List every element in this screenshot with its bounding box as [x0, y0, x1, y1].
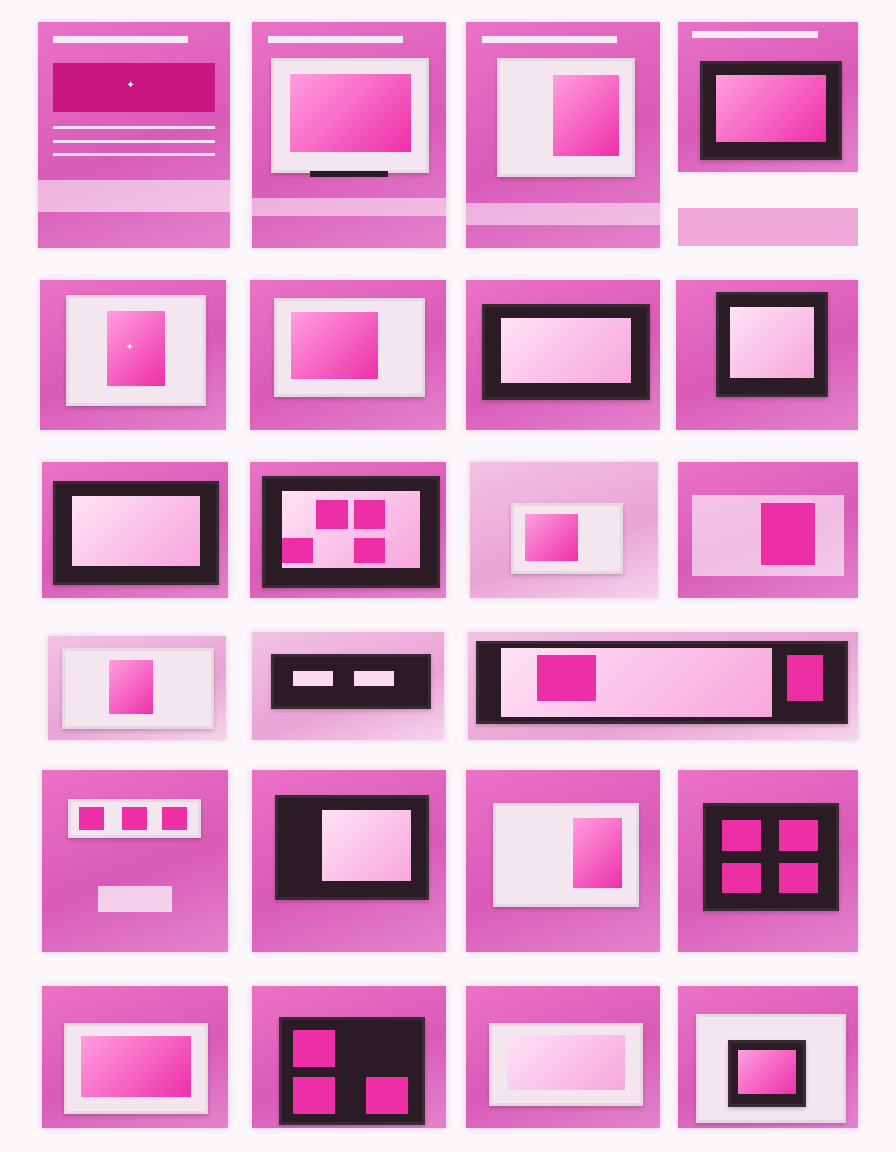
- tile-16: [42, 770, 228, 952]
- tile-17: [252, 770, 446, 952]
- image-cell: [293, 1077, 336, 1115]
- screen: [289, 74, 411, 153]
- title-bar: [53, 35, 188, 43]
- tile-2: [252, 22, 446, 248]
- image-cell: [293, 1030, 336, 1068]
- screen: [737, 1050, 796, 1095]
- tile-8: [676, 280, 858, 430]
- image-cell: [760, 502, 815, 566]
- tile-4: [678, 22, 858, 172]
- monitor: [493, 802, 639, 908]
- image-cell: [721, 820, 761, 851]
- tile-22: [466, 986, 660, 1128]
- image-cell: [162, 806, 188, 830]
- monitor: [62, 648, 215, 730]
- screen: [72, 495, 201, 567]
- tile-15: [468, 632, 858, 740]
- monitor: [481, 304, 651, 400]
- image-cell: [354, 499, 386, 530]
- screen: [291, 312, 379, 380]
- monitor-stand: [310, 171, 388, 178]
- monitor: [475, 640, 849, 725]
- monitor: [489, 1022, 643, 1106]
- monitor: [275, 795, 429, 900]
- footer-panel: [252, 198, 446, 217]
- tile-20: [42, 986, 228, 1128]
- image-cell: [365, 1077, 408, 1115]
- stand-base: [678, 208, 858, 246]
- tile-19: [678, 770, 858, 952]
- screen: [81, 1036, 192, 1098]
- image-cell: [721, 862, 761, 894]
- content-line: [53, 139, 215, 143]
- glow-panel: [97, 886, 173, 912]
- monitor: [271, 653, 431, 710]
- tile-7: [466, 280, 660, 430]
- footer-panel: [466, 202, 660, 226]
- monitor: [64, 1022, 208, 1115]
- tile-6: [250, 280, 446, 430]
- title-bar: [692, 31, 819, 38]
- monitor: [699, 61, 843, 160]
- label-cell: [292, 671, 333, 687]
- title-bar: [481, 35, 618, 43]
- content-line: [53, 125, 215, 129]
- screen: [106, 310, 166, 387]
- monitor: [53, 481, 220, 585]
- image-cell: [537, 654, 597, 702]
- title-bar: [267, 35, 404, 43]
- monitor: [261, 475, 441, 588]
- image-cell: [778, 820, 818, 851]
- tile-9: [42, 462, 228, 598]
- star-icon: ✦: [126, 79, 135, 91]
- label-cell: [354, 671, 394, 687]
- monitor: [279, 1017, 425, 1126]
- image-cell: [78, 806, 104, 830]
- tile-18: [466, 770, 660, 952]
- screen: [572, 817, 622, 889]
- tile-23: [678, 986, 858, 1128]
- shelf: [68, 799, 201, 838]
- tile-10: [250, 462, 446, 598]
- image-cell: [121, 806, 147, 830]
- star-icon: ✦: [125, 342, 134, 353]
- tile-13: [48, 636, 226, 740]
- monitor: [66, 295, 206, 406]
- screen: [729, 306, 815, 379]
- tile-14: [252, 632, 444, 740]
- screen: [322, 810, 411, 882]
- screen: [500, 317, 632, 383]
- image-cell: [354, 537, 386, 564]
- image-cell: [778, 862, 818, 894]
- tile-12: [678, 462, 858, 598]
- screen: [716, 75, 826, 143]
- tile-11: [470, 462, 658, 598]
- monitor: [703, 802, 839, 911]
- tile-1: ✦: [38, 22, 230, 248]
- image-cell: [786, 654, 824, 702]
- screen: [524, 513, 578, 561]
- inner-frame: [727, 1039, 806, 1108]
- image-cell: [316, 499, 348, 530]
- screen: [109, 660, 153, 715]
- screen: [552, 74, 619, 157]
- content-line: [53, 153, 215, 157]
- tile-3: [466, 22, 660, 248]
- tile-5: ✦: [40, 280, 226, 430]
- monitor: [273, 298, 425, 397]
- mockup-grid: ✦ ✦: [0, 0, 896, 1152]
- monitor: [497, 58, 635, 178]
- monitor: [271, 58, 429, 173]
- monitor: [511, 502, 623, 575]
- monitor: [716, 292, 828, 397]
- monitor: [696, 1014, 846, 1123]
- tile-21: [252, 986, 446, 1128]
- image-cell: [281, 537, 314, 564]
- screen: [507, 1035, 625, 1091]
- footer-panel: [38, 180, 230, 212]
